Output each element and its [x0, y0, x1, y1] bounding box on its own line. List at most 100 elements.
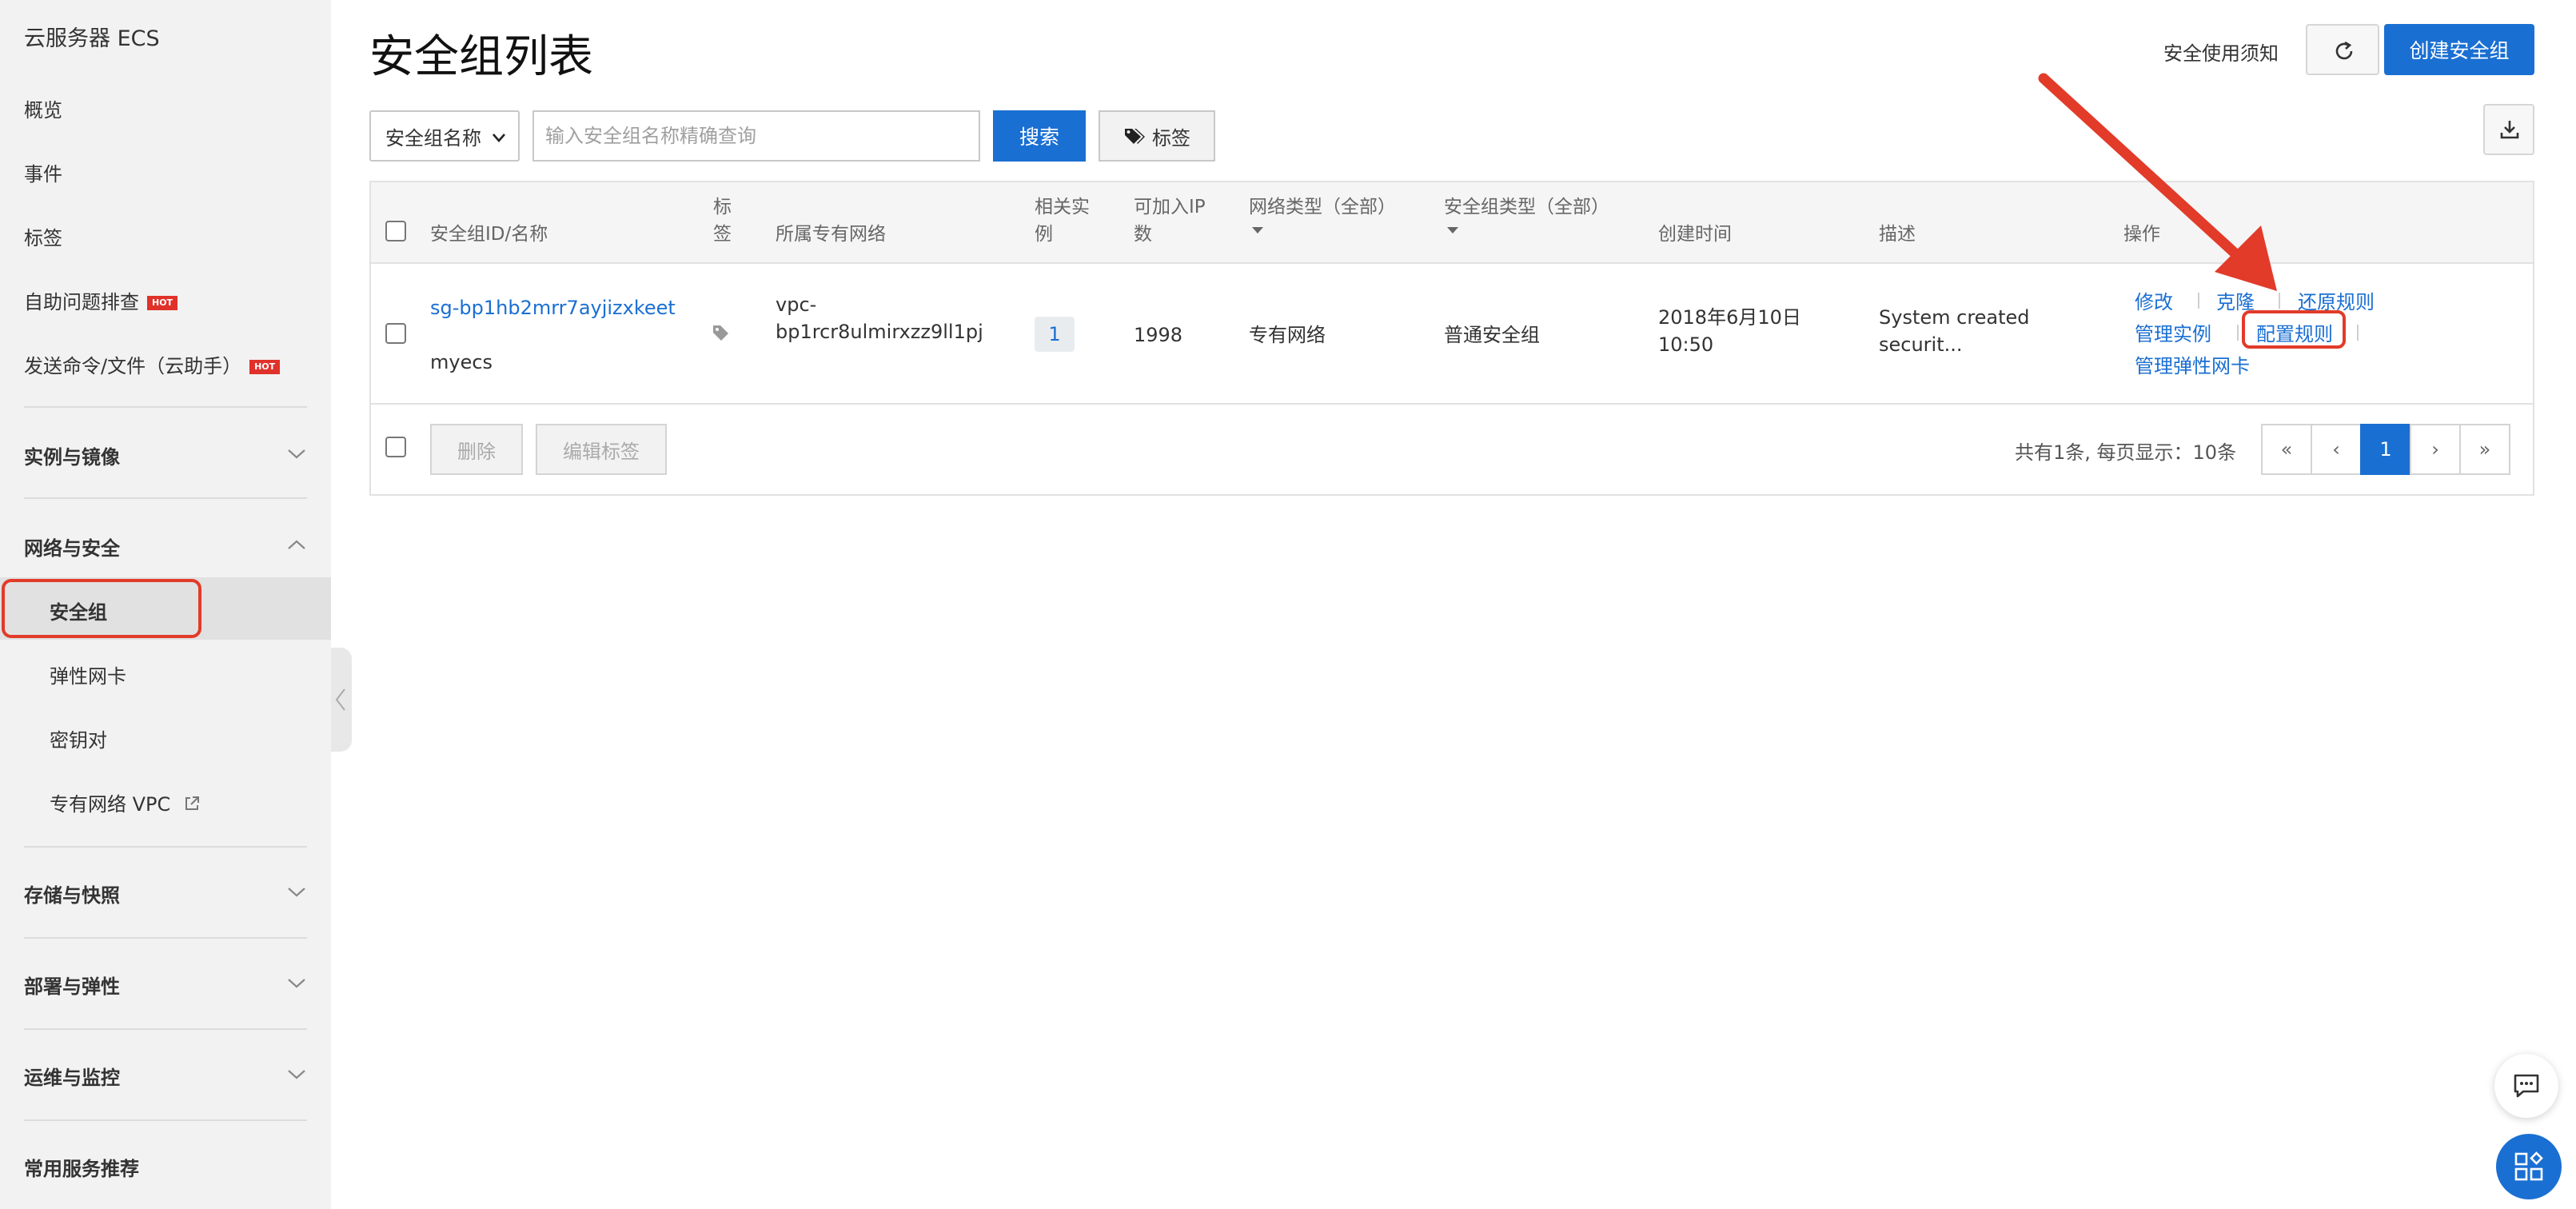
security-group-id-link[interactable]: sg-bp1hb2mrr7ayjizxkeet [430, 294, 676, 321]
search-input[interactable] [532, 110, 980, 162]
sidebar-item-eni[interactable]: 弹性网卡 [50, 660, 126, 688]
sidebar-item-label: 发送命令/文件（云助手） [24, 355, 242, 377]
sidebar-item-label: 自助问题排查 [24, 291, 139, 313]
column-header-instances: 相关实 例 [1035, 197, 1090, 245]
apps-button[interactable] [2496, 1134, 2562, 1199]
vpc-id: vpc- bp1rcr8ulmirxzz9ll1pj [776, 293, 983, 343]
next-page-button[interactable]: › [2410, 424, 2461, 475]
sg-type-value: 普通安全组 [1444, 324, 1540, 346]
sidebar-divider [24, 937, 307, 939]
chevron-down-icon [288, 1070, 305, 1079]
hot-badge: HOT [147, 296, 178, 310]
column-header-available-ip: 可加入IP 数 [1134, 197, 1206, 245]
sidebar-item-vpc[interactable]: 专有网络 VPC [50, 788, 201, 816]
caret-down-icon [1252, 227, 1263, 233]
sidebar-item-keypair[interactable]: 密钥对 [50, 724, 107, 752]
hot-badge: HOT [249, 360, 281, 374]
highlight-box-security-group [2, 579, 201, 638]
column-header-desc: 描述 [1879, 224, 1916, 245]
separator [2237, 325, 2239, 341]
sidebar-group-network[interactable]: 网络与安全 [24, 533, 307, 561]
page-title: 安全组列表 [369, 31, 593, 83]
column-header-network-type[interactable]: 网络类型（全部） [1249, 194, 1396, 233]
network-type-value: 专有网络 [1249, 324, 1326, 346]
modify-link[interactable]: 修改 [2135, 286, 2173, 314]
column-header-tag: 标 签 [713, 197, 732, 245]
sidebar-item-self-diagnosis[interactable]: 自助问题排查 HOT [24, 286, 178, 314]
available-ip-count: 1998 [1134, 324, 1183, 346]
pagination-info: 共有1条, 每页显示：10条 [2015, 441, 2237, 464]
sidebar-group-instances[interactable]: 实例与镜像 [24, 441, 307, 469]
tag-button-label: 标签 [1152, 127, 1190, 150]
sidebar-divider [24, 406, 307, 408]
caret-down-icon [1447, 227, 1458, 233]
security-group-name: myecs [430, 351, 493, 373]
row-divider [371, 403, 2533, 405]
feedback-button[interactable] [2494, 1054, 2558, 1118]
chevron-down-icon [288, 449, 305, 459]
sidebar-item-tags[interactable]: 标签 [24, 222, 62, 250]
search-button[interactable]: 搜索 [993, 110, 1086, 162]
separator [2357, 325, 2359, 341]
create-security-group-button[interactable]: 创建安全组 [2384, 24, 2534, 75]
refresh-icon [2335, 41, 2353, 60]
security-notice-link[interactable]: 安全使用须知 [2163, 38, 2279, 66]
page-1-button[interactable]: 1 [2360, 424, 2411, 475]
created-time: 2018年6月10日 10:50 [1658, 306, 1801, 356]
sidebar-item-overview[interactable]: 概览 [24, 94, 62, 122]
first-page-button[interactable]: « [2261, 424, 2312, 475]
footer-select-all-checkbox[interactable] [385, 437, 406, 457]
download-icon [2500, 121, 2519, 139]
tags-icon [1125, 129, 1145, 144]
sidebar-divider [24, 1028, 307, 1030]
sidebar-group-ops[interactable]: 运维与监控 [24, 1062, 307, 1090]
separator [2198, 293, 2199, 309]
manage-instances-link[interactable]: 管理实例 [2135, 318, 2211, 346]
column-header-label: 安全组类型（全部） [1444, 197, 1609, 217]
tag-filter-button[interactable]: 标签 [1099, 110, 1215, 162]
column-header-sg-type[interactable]: 安全组类型（全部） [1444, 194, 1609, 233]
filter-select-value: 安全组名称 [385, 126, 481, 150]
prev-page-button[interactable]: ‹ [2311, 424, 2362, 475]
sidebar-group-label: 运维与监控 [24, 1067, 120, 1089]
related-instances-count[interactable]: 1 [1035, 317, 1075, 352]
chevron-down-icon [288, 979, 305, 988]
sidebar-group-label: 网络与安全 [24, 537, 120, 560]
select-all-checkbox[interactable] [385, 221, 406, 241]
separator [2279, 293, 2280, 309]
apps-grid-icon [2514, 1151, 2543, 1181]
sidebar-group-storage[interactable]: 存储与快照 [24, 880, 307, 908]
table-header: 安全组ID/名称 标 签 所属专有网络 相关实 例 可加入IP 数 网络类型（全… [371, 182, 2533, 264]
pagination: « ‹ 1 › » [2261, 424, 2510, 475]
sidebar: 云服务器 ECS 概览 事件 标签 自助问题排查 HOT 发送命令/文件（云助手）… [0, 0, 331, 1209]
sidebar-divider [24, 497, 307, 499]
chevron-down-icon [492, 134, 505, 142]
column-header-vpc: 所属专有网络 [776, 224, 886, 245]
sidebar-collapse-handle[interactable] [331, 648, 352, 752]
refresh-button[interactable] [2306, 24, 2379, 75]
sidebar-item-events[interactable]: 事件 [24, 158, 62, 186]
sidebar-group-label: 部署与弹性 [24, 976, 120, 998]
sidebar-group-label: 实例与镜像 [24, 446, 120, 469]
sidebar-group-deploy[interactable]: 部署与弹性 [24, 971, 307, 999]
external-link-icon [185, 796, 199, 810]
delete-button[interactable]: 删除 [430, 424, 523, 475]
export-button[interactable] [2483, 104, 2534, 155]
column-header-created: 创建时间 [1658, 224, 1732, 245]
last-page-button[interactable]: » [2459, 424, 2510, 475]
filter-field-select[interactable]: 安全组名称 [369, 110, 520, 162]
highlight-box-configure-rules [2242, 310, 2346, 349]
manage-eni-link[interactable]: 管理弹性网卡 [2135, 350, 2250, 378]
column-header-label: 网络类型（全部） [1249, 197, 1396, 217]
sidebar-group-common[interactable]: 常用服务推荐 [24, 1153, 307, 1181]
column-header-ops: 操作 [2123, 224, 2160, 245]
description: System created securit... [1879, 306, 2030, 356]
sidebar-title[interactable]: 云服务器 ECS [24, 21, 160, 52]
sidebar-item-cloud-assistant[interactable]: 发送命令/文件（云助手） HOT [24, 350, 281, 378]
sidebar-divider [24, 846, 307, 848]
sidebar-item-label: 专有网络 VPC [50, 793, 171, 816]
edit-tags-button[interactable]: 编辑标签 [536, 424, 667, 475]
tag-icon[interactable] [712, 323, 731, 342]
row-checkbox[interactable] [385, 323, 406, 344]
chevron-left-icon [335, 688, 345, 711]
